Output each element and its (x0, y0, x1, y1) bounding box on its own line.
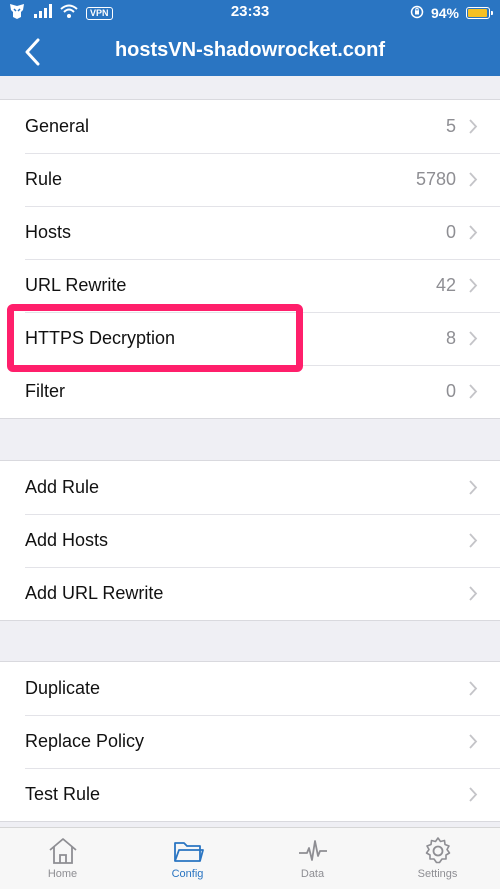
row-add-rule[interactable]: Add Rule (0, 461, 500, 514)
row-label: General (25, 116, 90, 136)
row-label: Rule (25, 169, 63, 189)
row-add-hosts[interactable]: Add Hosts (0, 514, 500, 567)
row-label: Filter (25, 381, 65, 401)
row-label: Add Rule (25, 477, 100, 497)
row-label: Duplicate (25, 678, 101, 698)
gear-icon (425, 837, 450, 864)
row-general[interactable]: General 5 (0, 100, 500, 153)
battery-percent: 94% (430, 5, 459, 21)
tab-label: Home (47, 868, 78, 880)
chevron-right-icon (469, 172, 478, 187)
chevron-right-icon (469, 681, 478, 696)
page-title: hostsVN-shadowrocket.conf (114, 39, 386, 61)
row-filter[interactable]: Filter 0 (0, 365, 500, 418)
chevron-right-icon (469, 278, 478, 293)
row-label: Test Rule (25, 784, 101, 804)
add-section: Add Rule Add Hosts Add URL Rewrite (0, 460, 500, 621)
navigation-bar: hostsVN-shadowrocket.conf (0, 26, 500, 76)
chevron-right-icon (469, 586, 478, 601)
chevron-right-icon (469, 734, 478, 749)
row-label: Add Hosts (25, 530, 109, 550)
chevron-right-icon (469, 787, 478, 802)
row-count: 42 (435, 275, 456, 295)
row-add-url-rewrite[interactable]: Add URL Rewrite (0, 567, 500, 620)
chevron-right-icon (469, 384, 478, 399)
tab-settings[interactable]: Settings (375, 828, 500, 889)
row-replace-policy[interactable]: Replace Policy (0, 715, 500, 768)
tab-home[interactable]: Home (0, 828, 125, 889)
row-label: URL Rewrite (25, 275, 127, 295)
tab-data[interactable]: Data (250, 828, 375, 889)
actions-section: Duplicate Replace Policy Test Rule (0, 661, 500, 822)
chevron-right-icon (469, 533, 478, 548)
row-label: Hosts (25, 222, 72, 242)
tab-bar: Home Config Data Settings (0, 827, 500, 889)
row-test-rule[interactable]: Test Rule (0, 768, 500, 821)
row-count: 0 (445, 381, 456, 401)
row-count: 5 (445, 116, 456, 136)
chevron-right-icon (469, 119, 478, 134)
row-count: 0 (445, 222, 456, 242)
chevron-right-icon (469, 225, 478, 240)
tab-label: Settings (417, 868, 458, 880)
chevron-right-icon (469, 480, 478, 495)
status-bar: VPN 23:33 94% (0, 0, 500, 26)
battery-icon (466, 7, 493, 19)
highlight-annotation (7, 304, 303, 372)
row-label: Add URL Rewrite (25, 583, 164, 603)
status-right: 94% (410, 4, 493, 22)
orientation-lock-icon (410, 5, 424, 22)
row-count: 5780 (415, 169, 456, 189)
battery-level (468, 9, 487, 17)
tab-label: Config (171, 868, 204, 880)
house-icon (48, 838, 77, 864)
row-rule[interactable]: Rule 5780 (0, 153, 500, 206)
row-label: Replace Policy (25, 731, 145, 751)
row-count: 8 (445, 328, 456, 348)
tab-config[interactable]: Config (125, 828, 250, 889)
folder-icon (173, 842, 204, 862)
row-hosts[interactable]: Hosts 0 (0, 206, 500, 259)
tab-label: Data (300, 868, 325, 880)
row-duplicate[interactable]: Duplicate (0, 662, 500, 715)
pulse-icon (298, 840, 327, 861)
chevron-right-icon (469, 331, 478, 346)
